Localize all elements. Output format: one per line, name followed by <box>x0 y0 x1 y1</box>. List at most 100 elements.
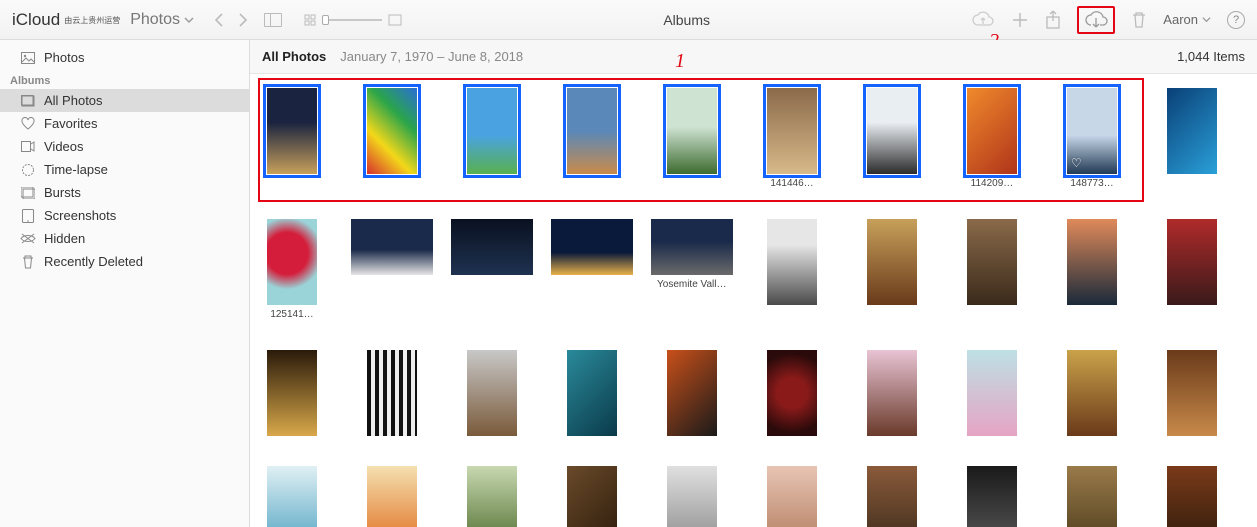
sidebar-item-photos[interactable]: Photos <box>0 46 249 69</box>
download-cloud-icon[interactable] <box>1083 10 1109 30</box>
photo-cell[interactable] <box>564 88 620 189</box>
photo-cell[interactable] <box>864 219 920 320</box>
photo-thumbnail[interactable] <box>767 350 817 436</box>
photo-thumbnail[interactable] <box>967 350 1017 436</box>
sidebar-item-screenshots[interactable]: Screenshots <box>0 204 249 227</box>
photo-thumbnail[interactable] <box>967 219 1017 305</box>
photo-cell[interactable] <box>764 219 820 320</box>
sidebar-item-bursts[interactable]: Bursts <box>0 181 249 204</box>
photo-thumbnail[interactable] <box>867 466 917 527</box>
photo-thumbnail[interactable] <box>967 88 1017 174</box>
photo-cell[interactable] <box>264 350 320 436</box>
photo-cell[interactable] <box>964 350 1020 436</box>
photo-thumbnail[interactable] <box>451 219 533 275</box>
sidebar-toggle-icon[interactable] <box>264 13 282 27</box>
photo-cell[interactable] <box>1064 219 1120 320</box>
photo-cell[interactable] <box>364 88 420 189</box>
photo-cell[interactable] <box>664 466 720 527</box>
photo-cell[interactable] <box>1164 466 1220 527</box>
photo-thumbnail[interactable] <box>1167 88 1217 174</box>
photo-cell[interactable] <box>464 88 520 189</box>
photo-cell[interactable] <box>264 88 320 189</box>
photo-thumbnail[interactable] <box>651 219 733 275</box>
photo-thumbnail[interactable] <box>1067 466 1117 527</box>
nav-back-button[interactable] <box>214 12 224 28</box>
photo-thumbnail[interactable] <box>1067 219 1117 305</box>
photo-thumbnail[interactable] <box>367 88 417 174</box>
photo-thumbnail[interactable] <box>867 350 917 436</box>
photo-cell[interactable] <box>1064 350 1120 436</box>
photo-cell[interactable] <box>364 466 420 527</box>
photo-thumbnail[interactable] <box>1167 466 1217 527</box>
photo-thumbnail[interactable] <box>867 88 917 174</box>
sidebar-item-recently-deleted[interactable]: Recently Deleted <box>0 250 249 273</box>
photo-thumbnail[interactable] <box>667 466 717 527</box>
photo-cell[interactable] <box>864 88 920 189</box>
photo-cell[interactable] <box>964 219 1020 320</box>
photo-thumbnail[interactable]: ♡ <box>1067 88 1117 174</box>
photo-cell[interactable]: 141446… <box>764 88 820 189</box>
share-icon[interactable] <box>1045 10 1061 30</box>
photo-thumbnail[interactable] <box>267 88 317 174</box>
photo-thumbnail[interactable] <box>467 88 517 174</box>
photo-cell[interactable] <box>564 219 620 320</box>
photo-cell[interactable] <box>1164 88 1220 189</box>
photo-cell[interactable] <box>464 219 520 320</box>
photo-thumbnail[interactable] <box>267 350 317 436</box>
photo-cell[interactable] <box>1064 466 1120 527</box>
photo-thumbnail[interactable] <box>567 350 617 436</box>
add-button[interactable] <box>1011 11 1029 29</box>
photo-cell[interactable] <box>1164 350 1220 436</box>
photo-thumbnail[interactable] <box>767 219 817 305</box>
photo-cell[interactable] <box>264 466 320 527</box>
upload-cloud-icon[interactable] <box>971 11 995 29</box>
photo-thumbnail[interactable] <box>367 350 417 436</box>
photo-thumbnail[interactable] <box>551 219 633 275</box>
photo-thumbnail[interactable] <box>767 88 817 174</box>
photo-thumbnail[interactable] <box>767 466 817 527</box>
photo-cell[interactable] <box>764 350 820 436</box>
photo-thumbnail[interactable] <box>667 350 717 436</box>
sidebar-item-hidden[interactable]: Hidden <box>0 227 249 250</box>
sidebar-item-time-lapse[interactable]: Time-lapse <box>0 158 249 181</box>
sidebar-item-all-photos[interactable]: All Photos <box>0 89 249 112</box>
photo-thumbnail[interactable] <box>267 219 317 305</box>
nav-forward-button[interactable] <box>238 12 248 28</box>
zoom-track[interactable] <box>322 19 382 21</box>
app-dropdown[interactable]: Photos <box>130 11 194 29</box>
photo-cell[interactable] <box>964 466 1020 527</box>
photo-thumbnail[interactable] <box>1167 219 1217 305</box>
photo-cell[interactable] <box>764 466 820 527</box>
photo-thumbnail[interactable] <box>1167 350 1217 436</box>
photo-cell[interactable]: ♡148773… <box>1064 88 1120 189</box>
photo-cell[interactable] <box>464 466 520 527</box>
photo-cell[interactable] <box>664 88 720 189</box>
sidebar-item-videos[interactable]: Videos <box>0 135 249 158</box>
photo-cell[interactable] <box>864 350 920 436</box>
photo-cell[interactable]: Yosemite Valley… <box>664 219 720 320</box>
help-icon[interactable]: ? <box>1227 11 1245 29</box>
photo-cell[interactable] <box>564 466 620 527</box>
photo-thumbnail[interactable] <box>567 88 617 174</box>
photo-thumbnail[interactable] <box>967 466 1017 527</box>
photo-thumbnail[interactable] <box>1067 350 1117 436</box>
photo-cell[interactable] <box>364 350 420 436</box>
photo-thumbnail[interactable] <box>267 466 317 527</box>
delete-icon[interactable] <box>1131 11 1147 29</box>
photo-thumbnail[interactable] <box>567 466 617 527</box>
photo-cell[interactable]: 114209… <box>964 88 1020 189</box>
photo-thumbnail[interactable] <box>867 219 917 305</box>
zoom-knob[interactable] <box>322 15 329 25</box>
photo-thumbnail[interactable] <box>667 88 717 174</box>
photo-cell[interactable] <box>364 219 420 320</box>
photo-cell[interactable] <box>864 466 920 527</box>
photo-cell[interactable] <box>1164 219 1220 320</box>
photo-cell[interactable]: 125141… <box>264 219 320 320</box>
photo-thumbnail[interactable] <box>367 466 417 527</box>
photo-cell[interactable] <box>464 350 520 436</box>
photo-thumbnail[interactable] <box>467 350 517 436</box>
photo-thumbnail[interactable] <box>351 219 433 275</box>
photo-thumbnail[interactable] <box>467 466 517 527</box>
photo-cell[interactable] <box>664 350 720 436</box>
zoom-slider[interactable] <box>304 14 402 26</box>
